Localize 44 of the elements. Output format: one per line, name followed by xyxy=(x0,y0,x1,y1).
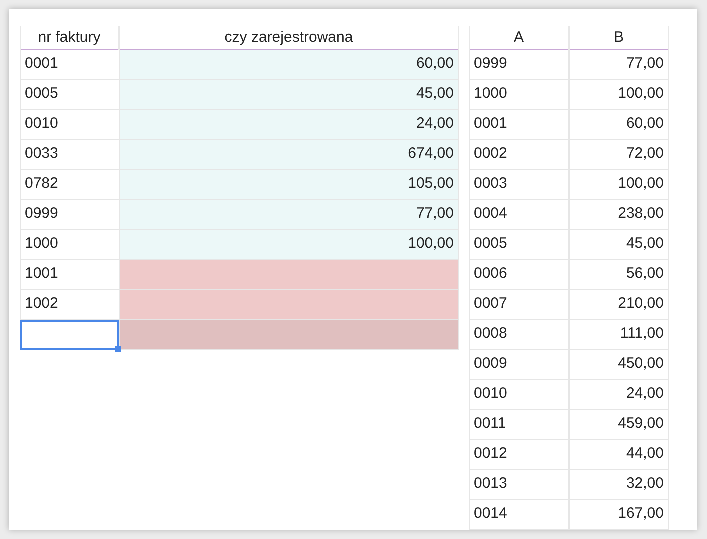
fill-handle[interactable] xyxy=(115,346,121,352)
table-cell[interactable]: 60,00 xyxy=(569,110,669,140)
table-cell[interactable]: 210,00 xyxy=(569,290,669,320)
table-cell[interactable]: 0011 xyxy=(469,410,569,440)
table-cell[interactable]: 0007 xyxy=(469,290,569,320)
table-cell[interactable]: 60,00 xyxy=(119,50,459,80)
table-cell[interactable]: 0005 xyxy=(469,230,569,260)
table-cell[interactable]: 77,00 xyxy=(119,200,459,230)
table-cell[interactable]: 1000 xyxy=(469,80,569,110)
table-cell[interactable]: 45,00 xyxy=(119,80,459,110)
table-cell[interactable]: 459,00 xyxy=(569,410,669,440)
table-cell[interactable]: 72,00 xyxy=(569,140,669,170)
table-cell[interactable]: 0002 xyxy=(469,140,569,170)
table-cell[interactable]: 24,00 xyxy=(569,380,669,410)
table-cell[interactable]: 105,00 xyxy=(119,170,459,200)
column-header[interactable]: A xyxy=(469,26,569,50)
table-cell[interactable]: 167,00 xyxy=(569,500,669,530)
table-cell[interactable]: 44,00 xyxy=(569,440,669,470)
table-cell[interactable] xyxy=(20,320,119,350)
table-cell[interactable]: 77,00 xyxy=(569,50,669,80)
table-cell[interactable]: 100,00 xyxy=(569,170,669,200)
table-cell[interactable]: 0014 xyxy=(469,500,569,530)
table-cell[interactable]: 674,00 xyxy=(119,140,459,170)
column-header[interactable]: B xyxy=(569,26,669,50)
table-cell[interactable]: 0012 xyxy=(469,440,569,470)
table-cell[interactable]: 0006 xyxy=(469,260,569,290)
table-cell[interactable]: 0001 xyxy=(469,110,569,140)
table-cell[interactable]: 0999 xyxy=(469,50,569,80)
table-cell[interactable]: 56,00 xyxy=(569,260,669,290)
table-cell[interactable]: 100,00 xyxy=(119,230,459,260)
table-cell[interactable]: 0013 xyxy=(469,470,569,500)
table-cell[interactable]: 0008 xyxy=(469,320,569,350)
table-cell[interactable]: 32,00 xyxy=(569,470,669,500)
table-cell[interactable]: 24,00 xyxy=(119,110,459,140)
table-cell[interactable]: 111,00 xyxy=(569,320,669,350)
table-cell[interactable]: 0009 xyxy=(469,350,569,380)
table-cell[interactable]: 0010 xyxy=(469,380,569,410)
table-cell[interactable]: 100,00 xyxy=(569,80,669,110)
column-header[interactable]: nr faktury xyxy=(20,26,119,50)
table-cell[interactable]: 450,00 xyxy=(569,350,669,380)
table-cell[interactable]: 238,00 xyxy=(569,200,669,230)
table-cell[interactable]: 0004 xyxy=(469,200,569,230)
table-cell[interactable]: 0003 xyxy=(469,170,569,200)
table-cell[interactable]: 45,00 xyxy=(569,230,669,260)
